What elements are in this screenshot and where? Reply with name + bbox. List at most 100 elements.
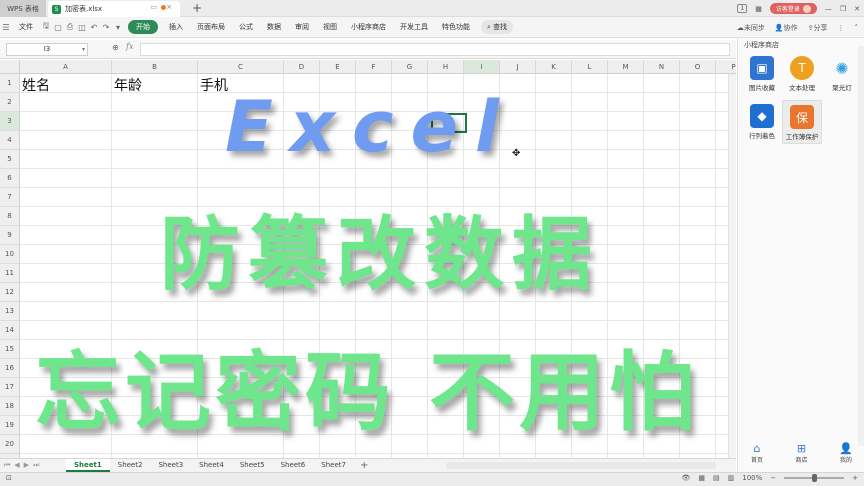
panel-scrollbar[interactable] [858, 46, 864, 446]
normal-view-icon[interactable]: ▦ [698, 474, 705, 482]
row-header-12[interactable]: 12 [0, 283, 20, 302]
row-header-3[interactable]: 3 [0, 112, 20, 131]
column-header-D[interactable]: D [284, 60, 320, 74]
save-icon[interactable]: 🖫 [40, 20, 52, 34]
share-button[interactable]: ⇪分享 [808, 23, 828, 33]
sheet-tab-6[interactable]: Sheet6 [273, 459, 314, 472]
wps-app-tab[interactable]: WPS 表格 [0, 0, 46, 17]
collapse-ribbon-icon[interactable]: ˄ [855, 24, 859, 32]
close-window-icon[interactable]: ✕ [854, 5, 860, 13]
row-header-11[interactable]: 11 [0, 264, 20, 283]
row-header-15[interactable]: 15 [0, 340, 20, 359]
row-header-19[interactable]: 19 [0, 416, 20, 435]
row-header-17[interactable]: 17 [0, 378, 20, 397]
zoom-level[interactable]: 100% [742, 474, 762, 482]
row-header-18[interactable]: 18 [0, 397, 20, 416]
column-header-O[interactable]: O [680, 60, 716, 74]
magnifier-icon[interactable]: ⊕ [112, 43, 119, 52]
tool-workbook-protect[interactable]: 保 工作簿保护 [782, 100, 822, 144]
panel-nav-mine[interactable]: 👤 我的 [831, 442, 861, 472]
column-header-J[interactable]: J [500, 60, 536, 74]
tool-spotlight[interactable]: ✺ 聚光灯 [822, 52, 862, 96]
column-header-G[interactable]: G [392, 60, 428, 74]
open-icon[interactable]: ▢ [52, 23, 64, 32]
document-tab[interactable]: S 加密表.xlsx ▭ × [48, 1, 180, 17]
row-header-16[interactable]: 16 [0, 359, 20, 378]
minimize-icon[interactable]: — [825, 5, 832, 13]
name-box[interactable]: I3 ▾ [6, 43, 88, 56]
selected-cell-I3[interactable] [431, 113, 467, 133]
menu-formulas[interactable]: 公式 [232, 22, 260, 32]
column-header-H[interactable]: H [428, 60, 464, 74]
menu-developer[interactable]: 开发工具 [393, 22, 435, 32]
zoom-in-icon[interactable]: + [852, 474, 858, 482]
sheet-tab-7[interactable]: Sheet7 [313, 459, 354, 472]
menu-file[interactable]: 文件 [12, 22, 40, 32]
row-header-6[interactable]: 6 [0, 169, 20, 188]
redo-icon[interactable]: ↷ [100, 23, 112, 32]
row-header-14[interactable]: 14 [0, 321, 20, 340]
zoom-slider-knob[interactable] [812, 474, 818, 482]
formula-input[interactable] [140, 43, 730, 56]
column-header-N[interactable]: N [644, 60, 680, 74]
menu-insert[interactable]: 插入 [162, 22, 190, 32]
vertical-scrollbar[interactable] [728, 74, 736, 458]
row-header-5[interactable]: 5 [0, 150, 20, 169]
page-view-icon[interactable]: ▤ [713, 474, 720, 482]
column-header-I[interactable]: I [464, 60, 500, 74]
row-header-13[interactable]: 13 [0, 302, 20, 321]
print-icon[interactable]: ⎙ [64, 22, 76, 32]
select-all-corner[interactable] [0, 60, 20, 74]
sheet-tab-4[interactable]: Sheet4 [191, 459, 232, 472]
horizontal-scrollbar[interactable] [446, 462, 716, 469]
row-header-8[interactable]: 8 [0, 207, 20, 226]
tool-image-collect[interactable]: ▣ 图片收藏 [742, 52, 782, 96]
column-header-K[interactable]: K [536, 60, 572, 74]
row-header-10[interactable]: 10 [0, 245, 20, 264]
row-header-9[interactable]: 9 [0, 226, 20, 245]
column-header-A[interactable]: A [20, 60, 112, 74]
guest-login-button[interactable]: 访客登录 [769, 3, 817, 14]
row-header-4[interactable]: 4 [0, 131, 20, 150]
cell-C1[interactable]: 手机 [200, 75, 228, 95]
row-header-7[interactable]: 7 [0, 188, 20, 207]
sheet-tab-2[interactable]: Sheet2 [110, 459, 151, 472]
eye-icon[interactable]: 👁 [681, 474, 690, 482]
row-header-20[interactable]: 20 [0, 435, 20, 454]
cell-B1[interactable]: 年龄 [114, 75, 142, 95]
undo-icon[interactable]: ↶ [88, 23, 100, 32]
sync-status[interactable]: ☁未同步 [737, 23, 765, 33]
row-header-1[interactable]: 1 [0, 74, 20, 93]
column-header-E[interactable]: E [320, 60, 356, 74]
column-header-F[interactable]: F [356, 60, 392, 74]
menu-features[interactable]: 特色功能 [435, 22, 477, 32]
column-header-P[interactable]: P [716, 60, 736, 74]
sheet-tab-3[interactable]: Sheet3 [150, 459, 191, 472]
grid-icon[interactable]: ▦ [755, 5, 762, 13]
new-tab-button[interactable]: + [192, 0, 202, 16]
status-icon[interactable]: ⊡ [6, 474, 12, 482]
column-header-C[interactable]: C [198, 60, 284, 74]
page-break-view-icon[interactable]: ▥ [728, 474, 735, 482]
row-header-2[interactable]: 2 [0, 93, 20, 112]
menu-review[interactable]: 审阅 [288, 22, 316, 32]
menu-home[interactable]: 开始 [128, 20, 158, 34]
menu-miniapp-store[interactable]: 小程序商店 [344, 22, 393, 32]
column-header-M[interactable]: M [608, 60, 644, 74]
add-sheet-button[interactable]: + [354, 460, 374, 471]
tool-row-color[interactable]: ◆ 行列着色 [742, 100, 782, 144]
menu-hamburger-icon[interactable]: ☰ [0, 23, 12, 32]
fx-icon[interactable]: fx [126, 42, 133, 51]
menu-data[interactable]: 数据 [260, 22, 288, 32]
more-options-icon[interactable]: ⋮ [838, 24, 845, 32]
column-header-L[interactable]: L [572, 60, 608, 74]
sheet-nav-arrows-icon[interactable]: ⏮◀▶⏭ [0, 461, 66, 470]
panel-nav-store[interactable]: ⊞ 商店 [787, 442, 817, 472]
preview-icon[interactable]: ◫ [76, 23, 88, 32]
column-header-B[interactable]: B [112, 60, 198, 74]
restore-icon[interactable]: ❐ [840, 5, 846, 13]
zoom-slider[interactable] [784, 474, 845, 482]
menu-view[interactable]: 视图 [316, 22, 344, 32]
sheet-tab-1[interactable]: Sheet1 [66, 459, 110, 472]
window-count-badge[interactable]: 1 [737, 4, 748, 13]
